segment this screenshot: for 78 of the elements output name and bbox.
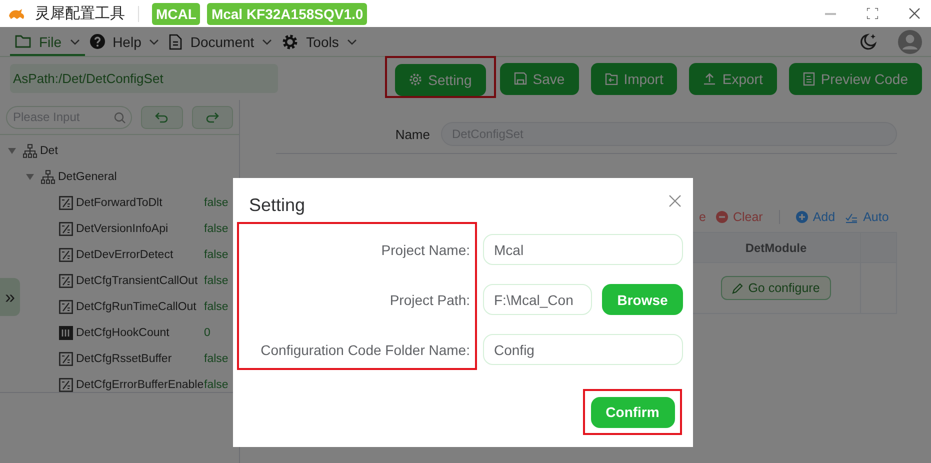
expand-handle[interactable]: » <box>0 278 20 316</box>
slash-box-icon <box>59 222 73 236</box>
help-icon <box>90 34 105 49</box>
pencil-icon <box>732 282 744 294</box>
app-name: 灵犀配置工具 <box>35 4 125 23</box>
moon-icon[interactable] <box>859 32 877 50</box>
close-icon[interactable] <box>669 195 681 207</box>
column-header: DetModule <box>745 240 807 254</box>
chevron-icon <box>149 38 160 44</box>
parameter-value: false <box>204 223 228 235</box>
field-label: Project Path: <box>388 290 471 310</box>
folder-icon <box>15 35 31 48</box>
chevron-icon <box>262 38 272 44</box>
plus-circle-icon <box>796 211 808 223</box>
slash-box-icon <box>59 274 73 288</box>
gear-icon <box>282 34 298 50</box>
tree-label[interactable]: DetCfgTransientCallOut <box>76 275 204 287</box>
tree-label[interactable]: DetGeneral <box>58 171 117 183</box>
field-label: Name <box>394 126 431 142</box>
parameter-value: 0 <box>204 327 210 339</box>
hierarchy-icon <box>41 170 55 184</box>
tree-label[interactable]: DetCfgHookCount <box>76 327 204 339</box>
path-field: AsPath:/Det/DetConfigSet <box>10 64 278 93</box>
checklist-icon <box>845 212 858 222</box>
folder-arrow-icon <box>604 72 618 84</box>
tree-label[interactable]: DetCfgErrorBufferEnable <box>76 379 204 391</box>
configure-button[interactable]: Go configure <box>721 276 831 300</box>
parameter-value: false <box>204 301 228 313</box>
slash-box-icon <box>59 248 73 262</box>
tree-label[interactable]: DetForwardToDlt <box>76 197 204 209</box>
product-tag: MCAL <box>152 2 200 24</box>
hierarchy-icon <box>23 144 37 158</box>
slash-box-icon <box>59 196 73 210</box>
tree-label[interactable]: DetCfgRunTimeCallOut <box>76 301 204 313</box>
slash-box-icon <box>59 378 73 392</box>
logo-icon <box>8 8 26 20</box>
tree-label[interactable]: DetCfgRssetBuffer <box>76 353 204 365</box>
browse-button[interactable]: Browse <box>602 284 683 315</box>
undo-button[interactable] <box>141 106 182 128</box>
number-box-icon <box>59 326 73 340</box>
parameter-value: false <box>204 353 228 365</box>
slash-box-icon <box>59 352 73 366</box>
slash-box-icon <box>59 300 73 314</box>
text-field[interactable]: Config <box>483 334 683 365</box>
product-tag: Mcal KF32A158SQV1.0 <box>207 2 368 24</box>
gear-icon <box>409 73 422 86</box>
caret-icon[interactable] <box>26 174 34 180</box>
close-icon[interactable] <box>909 8 920 19</box>
tree-label[interactable]: DetVersionInfoApi <box>76 223 204 235</box>
document-icon <box>169 34 182 50</box>
maximize-icon[interactable] <box>867 8 878 19</box>
tree-label[interactable]: DetDevErrorDetect <box>76 249 204 261</box>
caret-icon[interactable] <box>8 148 16 154</box>
parameter-value: false <box>204 379 228 391</box>
upload-icon <box>703 72 716 85</box>
avatar-icon[interactable] <box>898 30 922 54</box>
redo-icon <box>206 112 219 122</box>
undo-icon <box>155 112 168 122</box>
chevron-icon <box>346 38 357 44</box>
confirm-button[interactable]: Confirm <box>590 396 674 428</box>
menu-tab[interactable]: Tools <box>277 27 362 56</box>
menu-tab[interactable]: Help <box>84 27 164 56</box>
search-icon <box>114 112 126 124</box>
redo-button[interactable] <box>192 106 233 128</box>
dialog-title: Setting <box>249 195 306 215</box>
field-label: Configuration Code Folder Name: <box>260 340 471 360</box>
text-field[interactable]: Mcal <box>483 234 683 265</box>
parameter-value: false <box>204 197 228 209</box>
tree-label[interactable]: Det <box>40 145 58 157</box>
floppy-icon <box>514 72 527 85</box>
chevron-icon <box>70 38 80 44</box>
field-label: Project Name: <box>380 240 471 260</box>
minus-circle-icon <box>716 211 728 223</box>
parameter-value: false <box>204 249 228 261</box>
parameter-value: false <box>204 275 228 287</box>
menu-tab[interactable]: Document <box>164 27 278 56</box>
document-icon <box>802 72 815 86</box>
text-field[interactable]: F:\Mcal_Con <box>483 284 592 315</box>
